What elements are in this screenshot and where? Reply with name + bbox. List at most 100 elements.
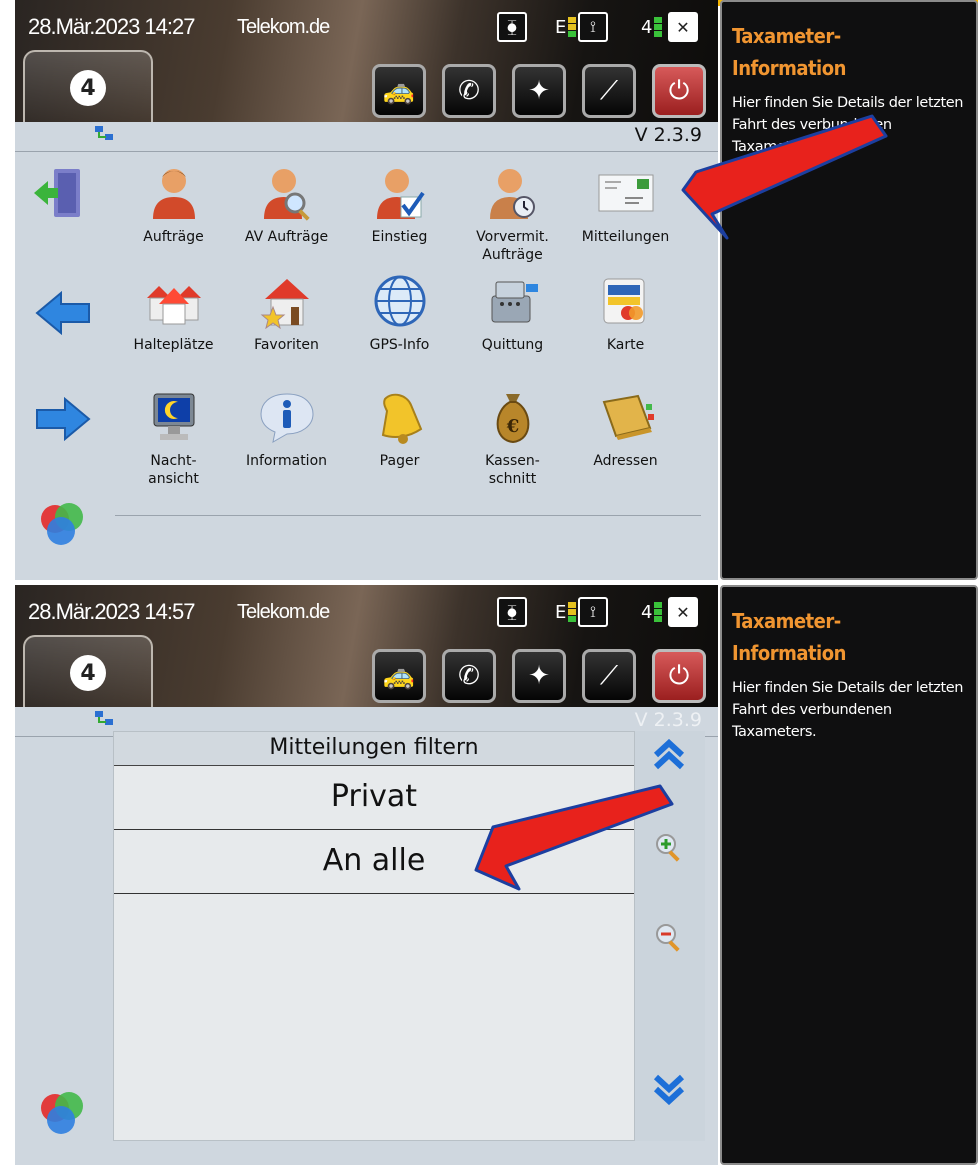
menu-vorvermit-auftraege[interactable]: Vorvermit. Aufträge: [456, 164, 569, 264]
phone-button[interactable]: ✆: [442, 649, 496, 703]
menu-information[interactable]: Information: [230, 388, 343, 470]
info-sidebar: Taxameter- Information Hier finden Sie De…: [720, 0, 978, 580]
color-circles-icon: [34, 496, 92, 554]
phone-button[interactable]: ✆: [442, 64, 496, 118]
message-filter-list: Mitteilungen filtern Privat An alle: [113, 731, 635, 1141]
sidebar-description: Hier finden Sie Details der letzten Fahr…: [732, 680, 964, 740]
bell-icon: [371, 388, 429, 446]
menu-av-auftraege[interactable]: AV Aufträge: [230, 164, 343, 246]
info-sidebar: Taxameter- Information Hier finden Sie De…: [720, 585, 978, 1165]
menu-nachtansicht[interactable]: Nacht-ansicht: [117, 388, 230, 488]
list-controls: [635, 731, 705, 1141]
network-status: E: [555, 597, 577, 627]
tools-button[interactable]: ⟋: [582, 649, 636, 703]
arrow-left-icon: [34, 284, 92, 342]
taxi-logo-icon: 4: [70, 655, 106, 691]
satellite-dish-icon: ⟟: [578, 12, 608, 42]
tools-button[interactable]: ⟋: [582, 64, 636, 118]
menu-kassenschnitt[interactable]: € Kassen-schnitt: [456, 388, 569, 488]
divider: [115, 515, 701, 516]
forward-arrow-button[interactable]: [33, 390, 93, 448]
address-book-icon: [597, 388, 655, 446]
menu-quittung[interactable]: Quittung: [456, 272, 569, 354]
filter-panel: V 2.3.9 Mitteilungen filtern Privat An a…: [15, 707, 718, 1165]
divider: [15, 151, 718, 152]
power-button[interactable]: ⏻: [652, 649, 706, 703]
arrow-right-icon: [34, 390, 92, 448]
gps-button[interactable]: ✦: [512, 64, 566, 118]
taxi-button[interactable]: 🚕: [372, 649, 426, 703]
screenshot-main-menu: 28.Mär.2023 14:27 Telekom.de ⧳ E ⟟ 4 ✕ 4…: [0, 0, 978, 580]
menu-favoriten[interactable]: Favoriten: [230, 272, 343, 354]
zoom-in-icon: [656, 834, 680, 862]
network-status: E: [555, 12, 577, 42]
house-star-icon: [258, 272, 316, 330]
screenshot-message-filter: 28.Mär.2023 14:57 Telekom.de ⧳ E ⟟ 4 ✕ 4…: [0, 585, 978, 1165]
monitor-moon-icon: [145, 388, 203, 446]
zoom-out-icon: [656, 924, 680, 952]
money-bag-icon: €: [484, 388, 542, 446]
phone-icon: ✆: [458, 661, 480, 691]
status-bar: 28.Mär.2023 14:27 Telekom.de ⧳ E ⟟ 4 ✕ 4…: [15, 0, 718, 130]
datetime: 28.Mär.2023 14:57: [28, 599, 195, 624]
sat-bars-icon: [654, 602, 663, 622]
taxi-button[interactable]: 🚕: [372, 64, 426, 118]
menu-mitteilungen[interactable]: Mitteilungen: [569, 164, 682, 246]
credit-card-icon: [597, 272, 655, 330]
signal-bars-icon: [568, 602, 577, 622]
satellite-count: 4: [641, 12, 663, 42]
scroll-bottom-button[interactable]: [651, 1071, 687, 1107]
satellite-icon: ✕: [668, 597, 698, 627]
datetime: 28.Mär.2023 14:27: [28, 14, 195, 39]
gps-status-icon: ⧳: [497, 12, 527, 42]
person-search-icon: [258, 164, 316, 222]
scroll-top-button[interactable]: [651, 737, 687, 773]
filter-title: Mitteilungen filtern: [114, 732, 634, 766]
color-theme-button[interactable]: [33, 1085, 93, 1143]
person-check-icon: [371, 164, 429, 222]
network-icon: [95, 126, 113, 140]
home-tab[interactable]: 4: [23, 50, 153, 130]
satellite-icon: ✦: [528, 661, 550, 691]
gps-button[interactable]: ✦: [512, 649, 566, 703]
menu-pager[interactable]: Pager: [343, 388, 456, 470]
version-label: V 2.3.9: [634, 709, 702, 731]
signal-bars-icon: [568, 17, 577, 37]
sidebar-title: Taxameter- Information: [732, 609, 846, 665]
info-icon: [258, 388, 316, 446]
taxi-logo-icon: 4: [70, 70, 106, 106]
globe-icon: [371, 272, 429, 330]
svg-text:€: €: [505, 416, 519, 437]
zoom-in-button[interactable]: [651, 829, 687, 865]
menu-einstieg[interactable]: Einstieg: [343, 164, 456, 246]
sidebar-title: Taxameter- Information: [732, 24, 846, 80]
exit-button[interactable]: [23, 164, 93, 222]
zoom-out-button[interactable]: [651, 919, 687, 955]
menu-adressen[interactable]: Adressen: [569, 388, 682, 470]
back-arrow-button[interactable]: [33, 284, 93, 342]
main-menu-panel: V 2.3.9 Aufträge AV Aufträge Einstieg Vo…: [15, 122, 718, 580]
menu-gps-info[interactable]: GPS-Info: [343, 272, 456, 354]
color-theme-button[interactable]: [33, 496, 93, 554]
menu-halteplaetze[interactable]: Halteplätze: [117, 272, 230, 354]
provider-name: Telekom.de: [237, 16, 330, 38]
device-screen: 28.Mär.2023 14:57 Telekom.de ⧳ E ⟟ 4 ✕ 4…: [15, 585, 718, 1165]
cash-register-icon: [484, 272, 542, 330]
menu-auftraege[interactable]: Aufträge: [117, 164, 230, 246]
color-circles-icon: [34, 1085, 92, 1143]
taxi-icon: 🚕: [382, 661, 416, 691]
envelope-icon: [597, 164, 655, 222]
exit-door-icon: [29, 164, 87, 222]
filter-option-an-alle[interactable]: An alle: [114, 830, 634, 894]
provider-name: Telekom.de: [237, 601, 330, 623]
satellite-icon: ✕: [668, 12, 698, 42]
satellite-dish-icon: ⟟: [578, 597, 608, 627]
menu-karte[interactable]: Karte: [569, 272, 682, 354]
filter-option-privat[interactable]: Privat: [114, 766, 634, 830]
power-icon: ⏻: [668, 660, 690, 691]
device-screen: 28.Mär.2023 14:27 Telekom.de ⧳ E ⟟ 4 ✕ 4…: [15, 0, 718, 580]
power-button[interactable]: ⏻: [652, 64, 706, 118]
home-tab[interactable]: 4: [23, 635, 153, 715]
version-label: V 2.3.9: [634, 124, 702, 146]
screwdriver-icon: ⟋: [599, 660, 619, 691]
